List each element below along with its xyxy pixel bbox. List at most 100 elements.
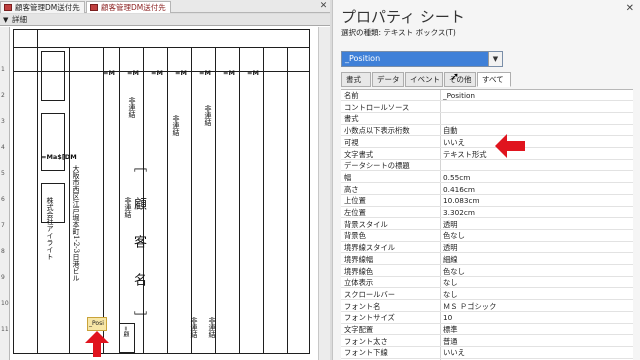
property-value[interactable]: 透明 bbox=[443, 242, 458, 253]
property-row[interactable]: 境界線スタイル 透明 bbox=[341, 242, 633, 254]
field-tag[interactable]: =M bbox=[151, 69, 163, 77]
property-row[interactable]: 名前 _Position bbox=[341, 90, 633, 102]
property-row[interactable]: 立体表示 なし bbox=[341, 277, 633, 289]
property-name: 小数点以下表示桁数 bbox=[344, 126, 410, 136]
field-tag[interactable]: =M bbox=[175, 69, 187, 77]
property-row[interactable]: 境界線幅 細線 bbox=[341, 254, 633, 266]
property-value[interactable]: 透明 bbox=[443, 219, 458, 230]
property-row[interactable]: フォント名 ＭＳ Ｐゴシック bbox=[341, 301, 633, 312]
field-tag[interactable]: =M bbox=[223, 69, 235, 77]
position-control-label: _Posi bbox=[89, 320, 104, 327]
property-row[interactable]: 幅 0.55cm bbox=[341, 172, 633, 184]
property-row[interactable]: 背景スタイル 透明 bbox=[341, 219, 633, 230]
property-value[interactable]: 10.083cm bbox=[443, 195, 480, 206]
tab-label: データ bbox=[377, 75, 400, 84]
property-row[interactable]: 高さ 0.416cm bbox=[341, 184, 633, 195]
property-row[interactable]: 左位置 3.302cm bbox=[341, 207, 633, 219]
property-row[interactable]: データシートの標題 bbox=[341, 160, 633, 172]
chevron-down-icon[interactable]: ▼ bbox=[488, 52, 502, 66]
unbound-label[interactable]: 非連結 bbox=[189, 317, 199, 338]
ruler-mark: 9 bbox=[1, 274, 5, 281]
property-row[interactable]: 上位置 10.083cm bbox=[341, 195, 633, 207]
property-value[interactable]: 10 bbox=[443, 312, 452, 323]
property-row[interactable]: 書式 bbox=[341, 113, 633, 125]
tab-document-1[interactable]: 顧客管理DM送付先 bbox=[0, 1, 85, 13]
property-value[interactable]: 普通 bbox=[443, 336, 458, 347]
address-field[interactable]: 大阪市西区江戸堀本町1-2-3日港ビル bbox=[71, 165, 81, 281]
tab-label: 顧客管理DM送付先 bbox=[15, 3, 80, 12]
property-value[interactable]: いいえ bbox=[443, 137, 465, 148]
customer-name-field[interactable]: ［ 顧 客 名 ］ bbox=[129, 159, 148, 330]
field-control-box[interactable] bbox=[41, 113, 65, 171]
unbound-label[interactable]: 非連結 bbox=[207, 317, 217, 338]
selected-control-value: _Position bbox=[345, 54, 381, 63]
form-designer: ▼ 詳細 1 2 3 4 5 6 7 8 9 10 11 =M =M =M =M… bbox=[0, 14, 330, 360]
control-selector[interactable]: _Position ▼ bbox=[341, 51, 503, 67]
property-row[interactable]: 背景色 色なし bbox=[341, 230, 633, 242]
field-tag[interactable]: =M bbox=[247, 69, 259, 77]
property-row[interactable]: 可視 いいえ bbox=[341, 137, 633, 149]
property-row[interactable]: フォントサイズ 10 bbox=[341, 312, 633, 324]
guide-line bbox=[263, 47, 264, 354]
property-value[interactable]: 0.416cm bbox=[443, 184, 475, 195]
field-control-box[interactable] bbox=[41, 51, 65, 101]
property-row[interactable]: スクロールバー なし bbox=[341, 289, 633, 301]
selection-type-label: 選択の種類: テキスト ボックス(T) bbox=[341, 28, 456, 37]
section-header-detail[interactable]: ▼ 詳細 bbox=[0, 14, 330, 26]
field-tag[interactable]: =M bbox=[199, 69, 211, 77]
property-value[interactable]: _Position bbox=[443, 90, 475, 101]
property-value[interactable]: なし bbox=[443, 277, 458, 288]
unbound-label[interactable]: 非連結 bbox=[127, 97, 137, 118]
tab-other[interactable]: その他 bbox=[444, 72, 476, 87]
unbound-label[interactable]: 非連結 bbox=[203, 105, 213, 126]
property-row[interactable]: 小数点以下表示桁数 自動 bbox=[341, 125, 633, 137]
close-icon[interactable]: ✕ bbox=[626, 3, 634, 14]
property-value[interactable]: いいえ bbox=[443, 347, 465, 358]
field-tag[interactable]: =M bbox=[103, 69, 115, 77]
property-name: 境界線色 bbox=[344, 266, 374, 276]
design-canvas[interactable]: =M =M =M =M =M =M =M =Ma$[DM 非連結 非連結 非連結… bbox=[11, 27, 317, 360]
ruler-mark: 6 bbox=[1, 196, 5, 203]
company-field[interactable]: 株式会社アイライト bbox=[45, 197, 55, 260]
tab-event[interactable]: イベント bbox=[405, 72, 443, 87]
tab-data[interactable]: データ bbox=[372, 72, 404, 87]
property-value[interactable]: 0.55cm bbox=[443, 172, 470, 183]
property-row[interactable]: 文字書式 テキスト形式 bbox=[341, 149, 633, 160]
property-value[interactable]: 標準 bbox=[443, 324, 458, 335]
property-name: データシートの標題 bbox=[344, 161, 410, 171]
guide-line bbox=[167, 47, 168, 354]
property-row[interactable]: 文字配置 標準 bbox=[341, 324, 633, 336]
property-value[interactable]: ＭＳ Ｐゴシック bbox=[443, 301, 496, 312]
tab-all[interactable]: すべて bbox=[477, 72, 511, 87]
property-row[interactable]: フォント太さ 普通 bbox=[341, 336, 633, 347]
property-name: 境界線スタイル bbox=[344, 243, 396, 253]
unbound-label[interactable]: 非連結 bbox=[171, 115, 181, 136]
ruler-mark: 5 bbox=[1, 170, 5, 177]
property-value[interactable]: 自動 bbox=[443, 125, 458, 136]
position-control[interactable]: _Posi bbox=[87, 317, 107, 331]
property-value[interactable]: 細線 bbox=[443, 254, 458, 265]
tab-document-2[interactable]: 顧客管理DM送付先 bbox=[86, 1, 171, 13]
property-row[interactable]: フォント下線 いいえ bbox=[341, 347, 633, 359]
property-row[interactable]: コントロールソース bbox=[341, 102, 633, 113]
guide-line bbox=[119, 47, 120, 354]
property-row[interactable]: 境界線色 色なし bbox=[341, 266, 633, 277]
tab-format[interactable]: 書式 bbox=[341, 72, 371, 87]
field-tag[interactable]: =M bbox=[127, 69, 139, 77]
property-name: 上位置 bbox=[344, 196, 366, 206]
property-value[interactable]: 3.302cm bbox=[443, 207, 475, 218]
document-tabstrip: 顧客管理DM送付先 顧客管理DM送付先 ✕ bbox=[0, 0, 330, 13]
property-value[interactable]: 色なし bbox=[443, 230, 465, 241]
vertical-scrollbar[interactable] bbox=[318, 27, 330, 360]
property-value[interactable]: なし bbox=[443, 289, 458, 300]
section-label: 詳細 bbox=[12, 15, 27, 24]
form-icon bbox=[90, 4, 98, 11]
guide-line bbox=[287, 47, 288, 354]
small-field-box[interactable]: =顧 bbox=[119, 323, 135, 353]
red-left-arrow-icon bbox=[495, 134, 525, 158]
property-value[interactable]: 色なし bbox=[443, 266, 465, 277]
property-value[interactable]: テキスト形式 bbox=[443, 149, 487, 160]
close-icon[interactable]: ✕ bbox=[318, 1, 329, 12]
tab-label: 書式 bbox=[346, 75, 361, 84]
field-tag-long[interactable]: =Ma$[DM bbox=[41, 153, 77, 161]
